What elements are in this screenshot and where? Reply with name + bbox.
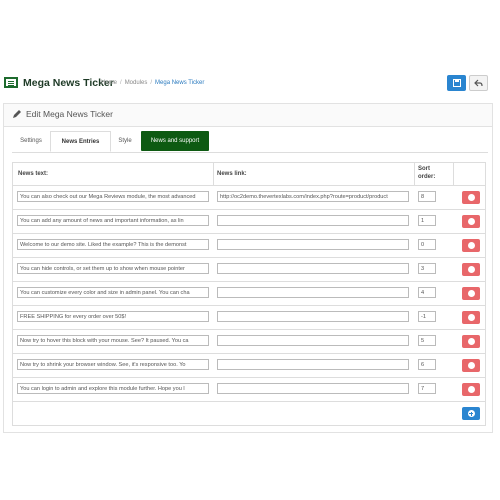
remove-row-button[interactable] [462,311,480,324]
table-row: Welcome to our demo site. Liked the exam… [12,234,486,258]
sort-order-input[interactable]: 4 [418,287,436,298]
remove-row-button[interactable] [462,383,480,396]
table-footer-row [12,402,486,426]
panel-heading: Edit Mega News Ticker [4,104,492,127]
table-row: You can login to admin and explore this … [12,378,486,402]
page-header: Mega News Ticker Home / Modules / Mega News … [0,72,500,100]
remove-row-button[interactable] [462,191,480,204]
column-divider [453,163,454,185]
remove-row-button[interactable] [462,215,480,228]
remove-row-button[interactable] [462,359,480,372]
table-row: You can hide controls, or set them up to… [12,258,486,282]
news-entries-table: News text: News link: Sort order: You ca… [12,162,486,426]
news-text-input[interactable]: You can customize every color and size i… [17,287,209,298]
sort-order-input[interactable]: 7 [418,383,436,394]
news-text-input[interactable]: You can also check out our Mega Reviews … [17,191,209,202]
ticker-icon [4,77,18,88]
plus-circle-icon [467,410,475,417]
news-link-input[interactable] [217,263,409,274]
save-button[interactable] [447,75,466,91]
sort-order-input[interactable]: 3 [418,263,436,274]
sort-order-input[interactable]: 0 [418,239,436,250]
news-link-input[interactable] [217,215,409,226]
sort-order-input[interactable]: 6 [418,359,436,370]
table-row: Now try to shrink your browser window. S… [12,354,486,378]
news-text-input[interactable]: Now try to shrink your browser window. S… [17,359,209,370]
table-row: Now try to hover this block with your mo… [12,330,486,354]
table-header: News text: News link: Sort order: [12,162,486,186]
back-button[interactable] [469,75,488,91]
tab-style[interactable]: Style [111,131,139,151]
news-text-input[interactable]: You can login to admin and explore this … [17,383,209,394]
sort-order-input[interactable]: 8 [418,191,436,202]
tab-bar: Settings News Entries Style News and sup… [12,131,488,153]
column-divider [414,163,415,185]
breadcrumb-modules[interactable]: Modules [125,80,148,86]
news-link-input[interactable] [217,239,409,250]
table-row: FREE SHIPPING for every order over 50$! … [12,306,486,330]
news-link-input[interactable] [217,311,409,322]
add-row-button[interactable] [462,407,480,420]
news-text-input[interactable]: You can add any amount of news and impor… [17,215,209,226]
tab-news-and-support[interactable]: News and support [141,131,209,151]
remove-row-button[interactable] [462,263,480,276]
sort-order-input[interactable]: 1 [418,215,436,226]
reply-icon [474,79,483,87]
news-link-input[interactable]: http://oc2demo.thevertexlabs.com/index.p… [217,191,409,202]
save-icon [452,79,461,87]
remove-row-button[interactable] [462,239,480,252]
breadcrumb-separator: / [150,80,153,86]
news-link-input[interactable] [217,335,409,346]
tab-settings[interactable]: Settings [14,131,48,151]
table-row: You can also check out our Mega Reviews … [12,186,486,210]
sort-order-input[interactable]: -1 [418,311,436,322]
news-text-input[interactable]: Now try to hover this block with your mo… [17,335,209,346]
sort-order-input[interactable]: 5 [418,335,436,346]
news-text-input[interactable]: You can hide controls, or set them up to… [17,263,209,274]
news-link-input[interactable] [217,287,409,298]
tab-news-entries[interactable]: News Entries [50,131,111,152]
breadcrumb-current[interactable]: Mega News Ticker [155,80,204,86]
pencil-icon [13,110,21,118]
breadcrumb-home[interactable]: Home [101,80,117,86]
news-link-input[interactable] [217,383,409,394]
remove-row-button[interactable] [462,335,480,348]
news-text-input[interactable]: Welcome to our demo site. Liked the exam… [17,239,209,250]
news-text-input[interactable]: FREE SHIPPING for every order over 50$! [17,311,209,322]
breadcrumb: Home / Modules / Mega News Ticker [101,80,204,86]
table-row: You can customize every color and size i… [12,282,486,306]
remove-row-button[interactable] [462,287,480,300]
table-row: You can add any amount of news and impor… [12,210,486,234]
panel-title: Edit Mega News Ticker [26,109,113,119]
breadcrumb-separator: / [120,80,122,86]
column-divider [213,163,214,185]
edit-panel: Edit Mega News Ticker Settings News Entr… [3,103,493,433]
news-link-input[interactable] [217,359,409,370]
